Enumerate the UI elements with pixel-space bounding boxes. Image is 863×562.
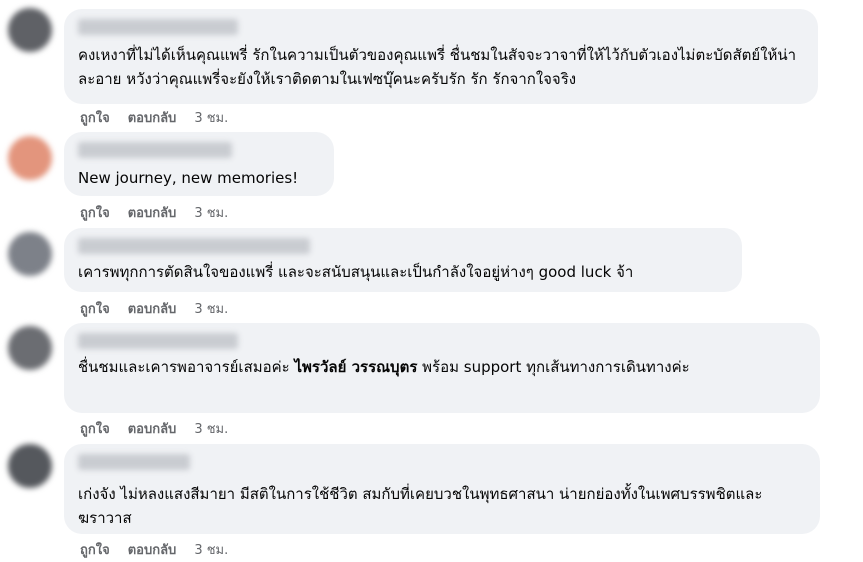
- avatar[interactable]: [8, 444, 52, 488]
- timestamp[interactable]: 3 ชม.: [194, 202, 228, 223]
- comment-text-part: ชื่นชมและเคารพอาจารย์เสมอค่ะ: [78, 358, 295, 376]
- comment-actions: ถูกใจ ตอบกลับ 3 ชม.: [80, 299, 228, 317]
- comment-actions: ถูกใจ ตอบกลับ 3 ชม.: [80, 540, 228, 558]
- timestamp[interactable]: 3 ชม.: [194, 107, 228, 128]
- like-button[interactable]: ถูกใจ: [80, 539, 110, 560]
- avatar[interactable]: [8, 136, 52, 180]
- like-button[interactable]: ถูกใจ: [80, 418, 110, 439]
- comment-text: เคารพทุกการตัดสินใจของแพรี่ และจะสนับสนุ…: [78, 263, 634, 281]
- reply-button[interactable]: ตอบกลับ: [128, 202, 177, 223]
- commenter-name[interactable]: [78, 333, 238, 349]
- reply-button[interactable]: ตอบกลับ: [128, 418, 177, 439]
- comment-text: ชื่นชมและเคารพอาจารย์เสมอค่ะ ไพรวัลย์ วร…: [78, 355, 806, 379]
- like-button[interactable]: ถูกใจ: [80, 298, 110, 319]
- comment-bubble: เก่งจัง ไม่หลงแสงสีมายา มีสติในการใช้ชีว…: [64, 444, 820, 534]
- comment-bubble: คงเหงาที่ไม่ได้เห็นคุณแพรี่ รักในความเป็…: [64, 9, 818, 104]
- comment-text-part: พร้อม support ทุกเส้นทางการเดินทางค่ะ: [417, 358, 690, 376]
- commenter-name[interactable]: [78, 454, 190, 470]
- comment-text: New journey, new memories!: [78, 169, 299, 187]
- comment-text: เก่งจัง ไม่หลงแสงสีมายา มีสติในการใช้ชีว…: [78, 485, 763, 527]
- reply-button[interactable]: ตอบกลับ: [128, 539, 177, 560]
- commenter-name[interactable]: [78, 238, 310, 254]
- avatar[interactable]: [8, 326, 52, 370]
- comment-bubble: ชื่นชมและเคารพอาจารย์เสมอค่ะ ไพรวัลย์ วร…: [64, 323, 820, 413]
- comment-actions: ถูกใจ ตอบกลับ 3 ชม.: [80, 419, 228, 437]
- timestamp[interactable]: 3 ชม.: [194, 539, 228, 560]
- mentioned-name[interactable]: ไพรวัลย์ วรรณบุตร: [294, 358, 417, 376]
- comment-actions: ถูกใจ ตอบกลับ 3 ชม.: [80, 108, 228, 126]
- commenter-name[interactable]: [78, 19, 238, 35]
- comment-actions: ถูกใจ ตอบกลับ 3 ชม.: [80, 203, 228, 221]
- reply-button[interactable]: ตอบกลับ: [128, 298, 177, 319]
- like-button[interactable]: ถูกใจ: [80, 107, 110, 128]
- comment-bubble: เคารพทุกการตัดสินใจของแพรี่ และจะสนับสนุ…: [64, 228, 742, 292]
- timestamp[interactable]: 3 ชม.: [194, 298, 228, 319]
- commenter-name[interactable]: [78, 142, 232, 158]
- timestamp[interactable]: 3 ชม.: [194, 418, 228, 439]
- like-button[interactable]: ถูกใจ: [80, 202, 110, 223]
- avatar[interactable]: [8, 8, 52, 52]
- reply-button[interactable]: ตอบกลับ: [128, 107, 177, 128]
- comment-text: คงเหงาที่ไม่ได้เห็นคุณแพรี่ รักในความเป็…: [78, 46, 797, 88]
- comment-bubble: New journey, new memories!: [64, 132, 334, 196]
- avatar[interactable]: [8, 232, 52, 276]
